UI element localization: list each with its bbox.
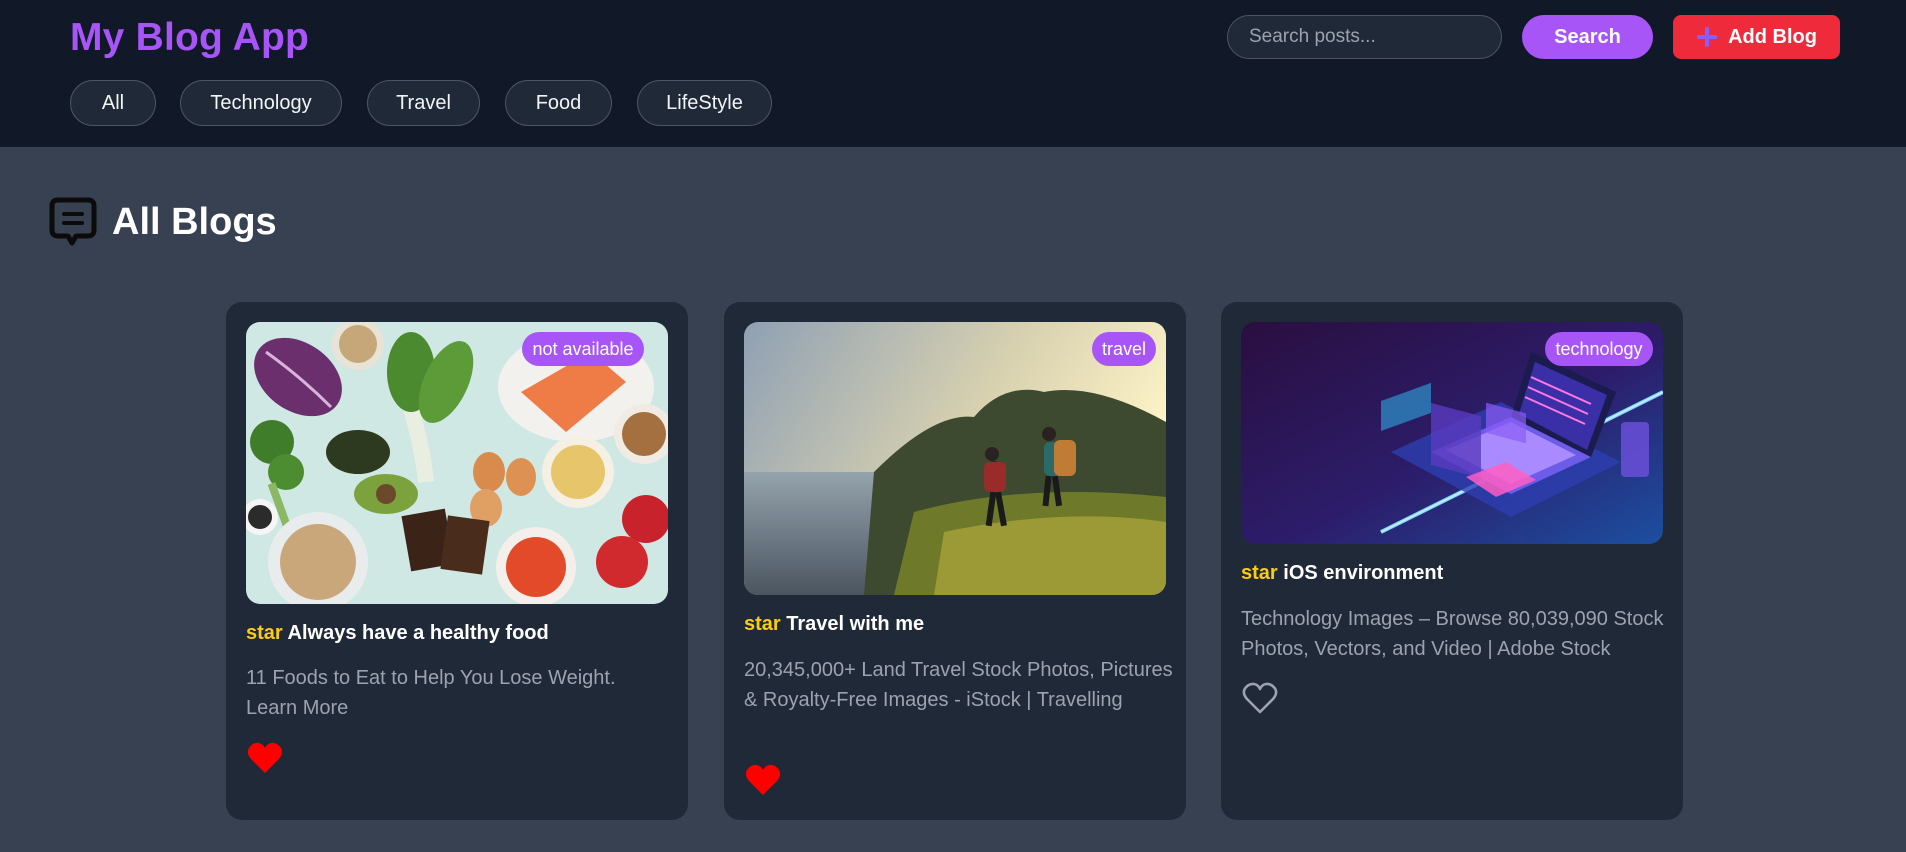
- blog-title-text: Travel with me: [786, 613, 925, 635]
- search-input[interactable]: [1227, 15, 1502, 59]
- blog-title-text: Always have a healthy food: [287, 622, 549, 644]
- star-label: star: [744, 613, 781, 635]
- category-lifestyle[interactable]: LifeStyle: [637, 80, 772, 126]
- section-title: All Blogs: [112, 200, 277, 243]
- star-label: star: [246, 622, 283, 644]
- add-blog-button[interactable]: Add Blog: [1673, 15, 1840, 59]
- star-label: star: [1241, 562, 1278, 584]
- category-food[interactable]: Food: [505, 80, 612, 126]
- top-header: My Blog App Search Add Blog All Technolo…: [0, 0, 1906, 147]
- blog-card[interactable]: not available star Always have a healthy…: [226, 302, 688, 820]
- category-travel[interactable]: Travel: [367, 80, 480, 126]
- chat-message-icon: [48, 196, 98, 248]
- category-badge: travel: [1092, 332, 1156, 366]
- heart-outline-icon[interactable]: [1241, 680, 1279, 716]
- app-brand-title[interactable]: My Blog App: [70, 16, 309, 60]
- add-blog-label: Add Blog: [1728, 25, 1817, 48]
- blog-card[interactable]: travel star Travel with me 20,345,000+ L…: [724, 302, 1186, 820]
- category-technology[interactable]: Technology: [180, 80, 342, 126]
- heart-filled-icon[interactable]: [246, 740, 284, 776]
- blog-title-text: iOS environment: [1283, 562, 1444, 584]
- blog-card-title: star iOS environment: [1241, 562, 1443, 585]
- plus-icon: [1696, 26, 1718, 48]
- blog-card-title: star Always have a healthy food: [246, 622, 549, 645]
- heart-filled-icon[interactable]: [744, 762, 782, 798]
- blog-card-description: Technology Images – Browse 80,039,090 St…: [1241, 608, 1664, 660]
- search-button[interactable]: Search: [1522, 15, 1653, 59]
- section-heading: All Blogs: [48, 196, 277, 248]
- blog-card-title: star Travel with me: [744, 613, 924, 636]
- category-all[interactable]: All: [70, 80, 156, 126]
- category-badge: technology: [1545, 332, 1653, 366]
- category-badge: not available: [522, 332, 644, 366]
- blog-card-description: 20,345,000+ Land Travel Stock Photos, Pi…: [744, 659, 1173, 711]
- blog-card[interactable]: technology star iOS environment Technolo…: [1221, 302, 1683, 820]
- blog-card-description: 11 Foods to Eat to Help You Lose Weight.…: [246, 667, 616, 719]
